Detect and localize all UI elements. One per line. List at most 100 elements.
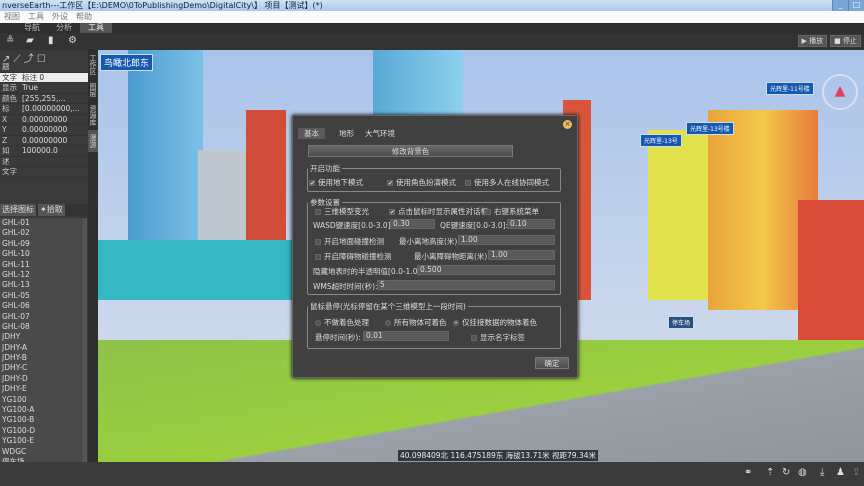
- property-row[interactable]: X 0.00000000: [0, 115, 88, 125]
- list-item[interactable]: JDHY-E: [0, 384, 83, 394]
- menu-tools[interactable]: 工具: [28, 11, 44, 23]
- list-scrollbar[interactable]: [83, 218, 87, 462]
- min-height-input[interactable]: 1.00: [458, 235, 555, 245]
- min-distance-input[interactable]: 1.00: [488, 250, 555, 260]
- underground-checkbox[interactable]: ✔ 使用地下模式: [309, 177, 363, 188]
- radio-no-color[interactable]: 不做着色处理: [315, 317, 369, 328]
- wms-timeout-input[interactable]: 5: [377, 280, 555, 290]
- checkbox-box[interactable]: ✔: [389, 209, 395, 216]
- tab-atmosphere[interactable]: 大气环境: [359, 128, 401, 139]
- wasd-speed-input[interactable]: 0.30: [390, 219, 435, 229]
- property-row[interactable]: 述: [0, 157, 88, 167]
- download-icon[interactable]: ⤓: [820, 467, 824, 478]
- pick-button[interactable]: ✦拾取: [38, 204, 65, 216]
- list-item[interactable]: GHL-06: [0, 301, 83, 311]
- checkbox-box[interactable]: [465, 180, 471, 186]
- tab-terrain[interactable]: 地形: [333, 128, 360, 139]
- list-item[interactable]: GHL-02: [0, 228, 83, 238]
- list-item[interactable]: YG100: [0, 395, 83, 405]
- property-row[interactable]: 显示 True: [0, 83, 88, 94]
- model-light-checkbox[interactable]: 三维模型变光: [315, 206, 369, 217]
- list-item[interactable]: JDHY-B: [0, 353, 83, 363]
- property-row[interactable]: 如 100000.0: [0, 146, 88, 157]
- property-row[interactable]: Y 0.00000000: [0, 125, 88, 136]
- ground-collision-checkbox[interactable]: 开启地面碰撞检测: [315, 236, 384, 247]
- list-item[interactable]: GHL-09: [0, 239, 83, 249]
- restore-button[interactable]: □: [848, 0, 864, 11]
- list-item[interactable]: GHL-08: [0, 322, 83, 332]
- obstacle-collision-checkbox[interactable]: 开启障碍物碰撞检测: [315, 251, 392, 262]
- list-item[interactable]: GHL-05: [0, 291, 83, 301]
- model-icon[interactable]: ▮: [48, 35, 54, 46]
- list-item[interactable]: GHL-07: [0, 312, 83, 322]
- menu-devices[interactable]: 外设: [52, 11, 68, 23]
- play-button[interactable]: ▶ 播放: [797, 35, 828, 47]
- list-item[interactable]: JDHY-A: [0, 343, 83, 353]
- user-icon[interactable]: ♟: [836, 467, 845, 478]
- tab-navigation[interactable]: 导航: [16, 23, 48, 33]
- tab-analysis[interactable]: 分析: [48, 23, 80, 33]
- checkbox-box[interactable]: [315, 239, 321, 245]
- close-icon[interactable]: ×: [563, 120, 572, 129]
- property-row[interactable]: 标 [0.00000000,...: [0, 104, 88, 115]
- property-row[interactable]: 文字: [0, 167, 88, 178]
- radio-circle[interactable]: [385, 320, 391, 326]
- property-row[interactable]: 文字 标注 0: [0, 72, 88, 83]
- checkbox-box[interactable]: ✔: [309, 180, 315, 187]
- settings-icon[interactable]: ⚙: [68, 35, 77, 46]
- vtab-resources[interactable]: 资源库: [88, 101, 98, 130]
- checkbox-box[interactable]: ✔: [387, 180, 393, 187]
- rightclick-menu-checkbox[interactable]: 右键系统菜单: [485, 206, 539, 217]
- binoculars-icon[interactable]: ⚭: [744, 467, 752, 478]
- vtab-workspace[interactable]: 工作区: [88, 50, 98, 79]
- show-name-checkbox[interactable]: 显示名字标签: [471, 332, 525, 343]
- north-icon[interactable]: ⇡: [766, 467, 774, 478]
- list-item[interactable]: GHL-13: [0, 280, 83, 290]
- list-item[interactable]: GHL-10: [0, 249, 83, 259]
- list-item[interactable]: YG100-A: [0, 405, 83, 415]
- checkbox-box[interactable]: [485, 209, 491, 215]
- list-item[interactable]: GHL-12: [0, 270, 83, 280]
- rotate-icon[interactable]: ↻: [782, 467, 790, 478]
- list-item[interactable]: GHL-01: [0, 218, 83, 228]
- list-item[interactable]: YG100-E: [0, 436, 83, 446]
- menu-view[interactable]: 视图: [4, 11, 20, 23]
- camera-icon[interactable]: ▰: [26, 35, 34, 46]
- minimize-button[interactable]: _: [832, 0, 848, 11]
- radio-circle[interactable]: [315, 320, 321, 326]
- list-item[interactable]: WDGC: [0, 447, 83, 457]
- property-row[interactable]: 颜色 [255,255,...: [0, 94, 88, 104]
- multiuser-checkbox[interactable]: 使用多人在线协同模式: [465, 177, 549, 188]
- list-item[interactable]: YG100-B: [0, 415, 83, 425]
- click-props-checkbox[interactable]: ✔ 点击鼠标时显示属性对话框: [389, 206, 488, 217]
- select-icon-button[interactable]: 选择图标: [0, 204, 36, 216]
- hover-delay-input[interactable]: 0.01: [363, 331, 449, 341]
- radio-data-color[interactable]: • 仅挂接数据的物体着色: [453, 317, 537, 328]
- checkbox-box[interactable]: [315, 209, 321, 215]
- list-item[interactable]: YG100-D: [0, 426, 83, 436]
- radio-all-color[interactable]: 所有物体可着色: [385, 317, 447, 328]
- vtab-roam[interactable]: 漫游: [88, 130, 98, 152]
- vtab-layers[interactable]: 图层: [88, 79, 98, 101]
- radio-circle[interactable]: •: [453, 320, 459, 327]
- stop-button[interactable]: ■ 停止: [830, 35, 861, 47]
- ok-button[interactable]: 确定: [535, 357, 569, 369]
- property-row[interactable]: Z 0.00000000: [0, 136, 88, 146]
- checkbox-box[interactable]: [315, 254, 321, 260]
- compass-icon[interactable]: ▲: [822, 74, 858, 110]
- checkbox-box[interactable]: [471, 335, 477, 341]
- upload-icon[interactable]: ⇪: [852, 467, 860, 478]
- list-item[interactable]: JDHY-D: [0, 374, 83, 384]
- tab-tools[interactable]: 工具: [80, 23, 112, 33]
- list-item[interactable]: JDHY: [0, 332, 83, 342]
- tab-basic[interactable]: 基本: [298, 128, 325, 139]
- globe-icon[interactable]: ◍: [798, 467, 807, 478]
- roleplay-checkbox[interactable]: ✔ 使用角色扮演模式: [387, 177, 456, 188]
- scale-icon[interactable]: ≗: [6, 35, 14, 46]
- menu-help[interactable]: 帮助: [76, 11, 92, 23]
- list-item[interactable]: JDHY-C: [0, 363, 83, 373]
- qe-speed-input[interactable]: 0.10: [507, 219, 555, 229]
- list-item[interactable]: GHL-11: [0, 260, 83, 270]
- alpha-input[interactable]: 0.500: [417, 265, 555, 275]
- change-bg-color-button[interactable]: 修改背景色: [308, 145, 513, 157]
